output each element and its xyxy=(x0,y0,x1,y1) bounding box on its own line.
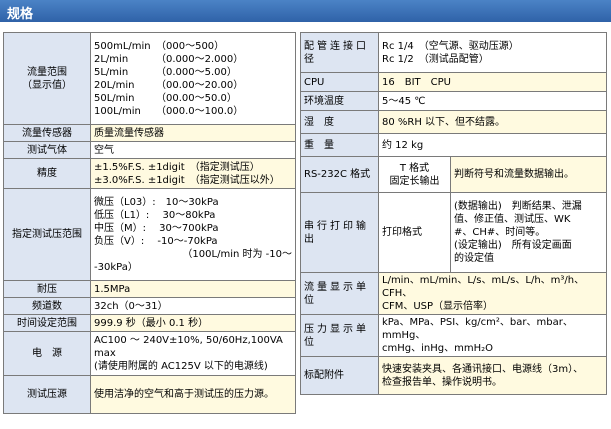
row-rs232c: RS-232C 格式 T 格式 固定长输出 判断符号和流量数据输出。 xyxy=(300,156,607,193)
value-accuracy: ±1.5%F.S. ±1digit （指定测试压） ±3.0%F.S. ±1di… xyxy=(90,158,296,189)
label-serial-print: 串行打印输出 xyxy=(300,192,379,273)
label-temperature: 环境温度 xyxy=(300,91,379,111)
label-cpu: CPU xyxy=(300,72,379,92)
row-flow-range: 流量范围 （显示值） 500mL/min （000～500） 2L/min （0.0… xyxy=(3,32,296,125)
row-pressure-units: 压力显示单位 kPa、MPa、PSI、kg/cm²、bar、mbar、mmHg、… xyxy=(300,314,607,357)
value-humidity: 80 %RH 以下、但不结露。 xyxy=(378,110,607,134)
flow-range-line: 500mL/min （000～500） xyxy=(94,40,225,52)
row-weight: 重 量 约 12 kg xyxy=(300,133,607,157)
row-flow-units: 流量显示单位 L/min、mL/min、L/s、mL/s、L/h、m³/h、CF… xyxy=(300,272,607,315)
value-pressure-source: 使用洁净的空气和高于测试压的压力源。 xyxy=(90,375,296,414)
value-channels: 32ch（0～31） xyxy=(90,297,296,315)
label-flow-range: 流量范围 （显示值） xyxy=(3,32,91,125)
row-temperature: 环境温度 5～45 ℃ xyxy=(300,91,607,111)
value-flow-range: 500mL/min （000～500） 2L/min （0.000～2.000） 5… xyxy=(90,32,296,125)
label-weight: 重 量 xyxy=(300,133,379,157)
label-gas: 测试气体 xyxy=(3,141,91,159)
rs232c-format: T 格式 固定长输出 xyxy=(378,156,451,193)
row-humidity: 湿 度 80 %RH 以下、但不结露。 xyxy=(300,110,607,134)
value-proof-pressure: 1.5MPa xyxy=(90,280,296,298)
spec-table-right: 配管连接口径 Rc 1/4 （空气源、驱动压源） Rc 1/2 （测试品配管） … xyxy=(300,32,607,395)
row-accuracy: 精度 ±1.5%F.S. ±1digit （指定测试压） ±3.0%F.S. ±… xyxy=(3,158,296,189)
label-accuracy: 精度 xyxy=(3,158,91,189)
label-pressure-units: 压力显示单位 xyxy=(300,314,379,357)
section-title: 规格 xyxy=(7,7,34,22)
label-accessories: 标配附件 xyxy=(300,356,379,395)
label-humidity: 湿 度 xyxy=(300,110,379,134)
label-time: 时间设定范围 xyxy=(3,314,91,332)
label-channels: 频道数 xyxy=(3,297,91,315)
value-power: AC100 ～ 240V±10%, 50/60Hz,100VA max (请使用… xyxy=(90,331,296,376)
label-pressure-range: 指定测试压范围 xyxy=(3,188,91,281)
spec-table-left: 流量范围 （显示值） 500mL/min （000～500） 2L/min （0.0… xyxy=(3,32,296,414)
label-flow-units: 流量显示单位 xyxy=(300,272,379,315)
label-proof-pressure: 耐压 xyxy=(3,280,91,298)
label-power: 电 源 xyxy=(3,331,91,376)
flow-range-line: 5L/min （0.000～5.00） xyxy=(94,66,237,78)
row-piping: 配管连接口径 Rc 1/4 （空气源、驱动压源） Rc 1/2 （测试品配管） xyxy=(300,32,607,73)
label-sensor: 流量传感器 xyxy=(3,124,91,142)
value-rs232c: 判断符号和流量数据输出。 xyxy=(450,156,607,193)
row-gas: 测试气体 空气 xyxy=(3,141,296,159)
value-weight: 约 12 kg xyxy=(378,133,607,157)
row-power: 电 源 AC100 ～ 240V±10%, 50/60Hz,100VA max … xyxy=(3,331,296,376)
serial-print-format: 打印格式 xyxy=(378,192,451,273)
row-proof-pressure: 耐压 1.5MPa xyxy=(3,280,296,298)
flow-range-line: 2L/min （0.000～2.000） xyxy=(94,53,244,65)
section-header: 规格 xyxy=(0,0,611,22)
value-sensor: 质量流量传感器 xyxy=(90,124,296,142)
value-temperature: 5～45 ℃ xyxy=(378,91,607,111)
value-flow-units: L/min、mL/min、L/s、mL/s、L/h、m³/h、CFH、 CFM、… xyxy=(378,272,607,315)
label-pressure-source: 测试压源 xyxy=(3,375,91,414)
value-time: 999.9 秒（最小 0.1 秒） xyxy=(90,314,296,332)
row-cpu: CPU 16 BIT CPU xyxy=(300,72,607,92)
value-piping: Rc 1/4 （空气源、驱动压源） Rc 1/2 （测试品配管） xyxy=(378,32,607,73)
row-pressure-source: 测试压源 使用洁净的空气和高于测试压的压力源。 xyxy=(3,375,296,414)
row-pressure-range: 指定测试压范围 微压（L03）: 10～30kPa 低压（L1）: 30～80k… xyxy=(3,188,296,281)
value-serial-print: (数据输出) 判断结果、泄漏 值、修正值、测试压、WK #、CH#、时间等。 (… xyxy=(450,192,607,273)
flow-range-line: 100L/min （000.0～100.0） xyxy=(94,105,244,117)
value-pressure-units: kPa、MPa、PSI、kg/cm²、bar、mbar、mmHg、 cmHg、i… xyxy=(378,314,607,357)
value-gas: 空气 xyxy=(90,141,296,159)
row-sensor: 流量传感器 质量流量传感器 xyxy=(3,124,296,142)
flow-range-line: 20L/min （00.00～20.00） xyxy=(94,79,244,91)
value-pressure-range: 微压（L03）: 10～30kPa 低压（L1）: 30～80kPa 中压（M）… xyxy=(90,188,296,281)
label-piping: 配管连接口径 xyxy=(300,32,379,73)
row-time: 时间设定范围 999.9 秒（最小 0.1 秒） xyxy=(3,314,296,332)
row-channels: 频道数 32ch（0～31） xyxy=(3,297,296,315)
value-accessories: 快速安装夹具、各通讯接口、电源线（3m）、 检查报告单、操作说明书。 xyxy=(378,356,607,395)
label-rs232c: RS-232C 格式 xyxy=(300,156,379,193)
flow-range-line: 50L/min （00.00～50.0） xyxy=(94,92,237,104)
value-cpu: 16 BIT CPU xyxy=(378,72,607,92)
row-accessories: 标配附件 快速安装夹具、各通讯接口、电源线（3m）、 检查报告单、操作说明书。 xyxy=(300,356,607,395)
row-serial-print: 串行打印输出 打印格式 (数据输出) 判断结果、泄漏 值、修正值、测试压、WK … xyxy=(300,192,607,273)
